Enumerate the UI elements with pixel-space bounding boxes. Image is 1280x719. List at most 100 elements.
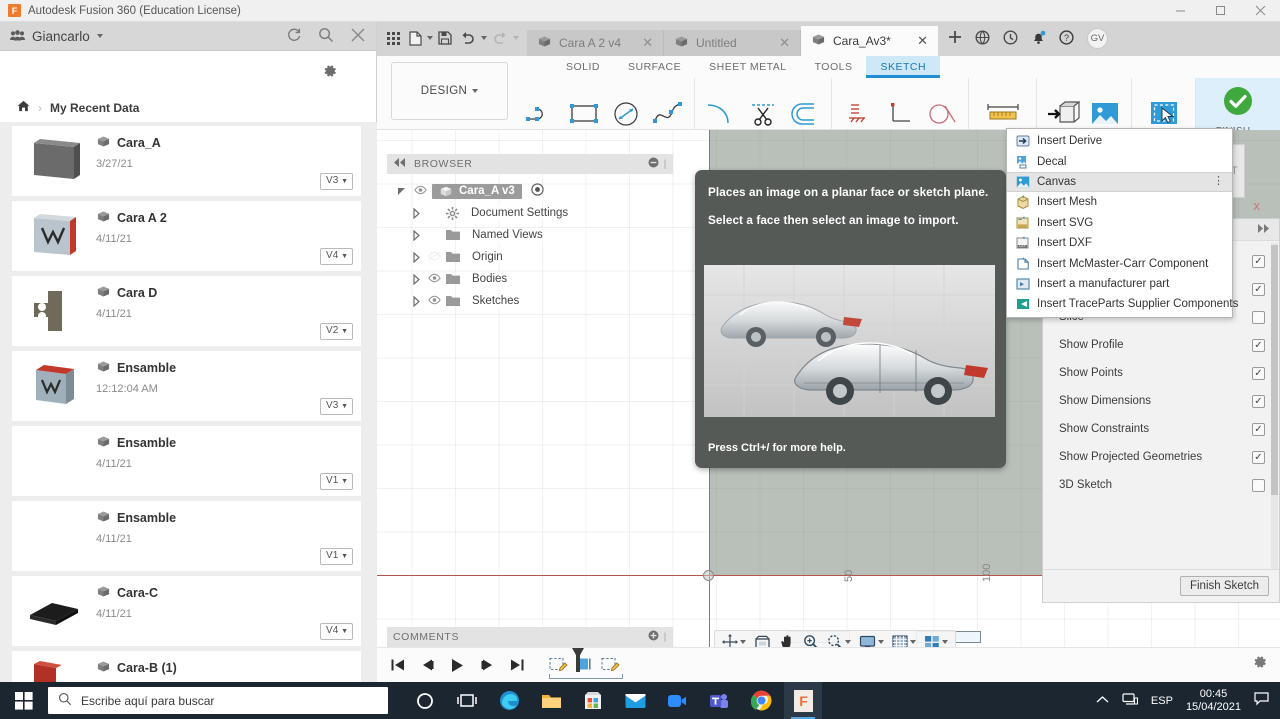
home-icon[interactable]: [17, 100, 30, 115]
palette-option-checkbox[interactable]: ✓: [1252, 451, 1265, 464]
close-tab-icon[interactable]: ✕: [917, 33, 928, 49]
edge-icon[interactable]: [490, 682, 528, 719]
help-icon[interactable]: ?: [1059, 30, 1074, 48]
close-tab-icon[interactable]: ✕: [642, 35, 653, 51]
palette-option-show-profile[interactable]: Show Profile✓: [1043, 331, 1279, 359]
insert-menu-item-insert-mcmaster-carr-component[interactable]: Insert McMaster-Carr Component: [1007, 253, 1232, 273]
avatar[interactable]: GV: [1087, 28, 1108, 49]
refresh-icon[interactable]: [286, 27, 302, 46]
browser-node-bodies[interactable]: Bodies: [395, 268, 673, 290]
clock-icon[interactable]: [1003, 30, 1018, 48]
visibility-eye-icon[interactable]: [428, 251, 441, 264]
fusion360-taskbar-icon[interactable]: F: [784, 682, 822, 719]
user-menu[interactable]: Giancarlo: [10, 29, 103, 44]
go-to-end-icon[interactable]: [509, 657, 526, 674]
insert-menu-item-insert-traceparts-supplier-components[interactable]: Insert TraceParts Supplier Components: [1007, 294, 1232, 314]
insert-menu-item-insert-mesh[interactable]: Insert Mesh: [1007, 192, 1232, 212]
save-icon[interactable]: [435, 28, 455, 48]
insert-menu-item-insert-dxf[interactable]: DXFInsert DXF: [1007, 233, 1232, 253]
overflow-menu-icon[interactable]: ⋮: [1213, 177, 1224, 186]
workspace-tab-solid[interactable]: SOLID: [552, 56, 614, 78]
browser-node-document-settings[interactable]: Document Settings: [395, 202, 673, 224]
expand-triangle-icon[interactable]: [409, 274, 423, 285]
recent-data-list[interactable]: Cara_A3/27/21V3 ▼Cara A 24/11/21V4 ▼Cara…: [0, 122, 377, 682]
palette-option-checkbox[interactable]: ✓: [1252, 255, 1265, 268]
workspace-tab-sheet-metal[interactable]: SHEET METAL: [695, 56, 800, 78]
collapse-left-icon[interactable]: [393, 158, 406, 170]
expand-right-icon[interactable]: [1257, 224, 1270, 236]
file-version-selector[interactable]: V4 ▼: [320, 623, 353, 640]
palette-option-show-projected-geometries[interactable]: Show Projected Geometries✓: [1043, 443, 1279, 471]
chevron-down-icon[interactable]: [513, 36, 519, 40]
component-activate-icon[interactable]: [531, 183, 544, 199]
zoom-app-icon[interactable]: [658, 682, 696, 719]
spline-tool-icon[interactable]: [648, 94, 688, 134]
insert-menu-item-insert-derive[interactable]: Insert Derive: [1007, 131, 1232, 151]
chrome-icon[interactable]: [742, 682, 780, 719]
sketch-feature-icon[interactable]: [547, 655, 569, 675]
mail-icon[interactable]: [616, 682, 654, 719]
recent-data-card[interactable]: Ensamble4/11/21V1 ▼: [12, 501, 361, 571]
workspace-tab-surface[interactable]: SURFACE: [614, 56, 695, 78]
settings-gear-icon[interactable]: [1252, 654, 1268, 673]
palette-option-checkbox[interactable]: ✓: [1252, 423, 1265, 436]
circle-minus-icon[interactable]: [648, 157, 659, 171]
network-icon[interactable]: [1122, 692, 1138, 709]
play-icon[interactable]: [449, 657, 466, 674]
expand-triangle-icon[interactable]: [409, 296, 423, 307]
circle-plus-icon[interactable]: [648, 630, 659, 644]
microsoft-store-icon[interactable]: [574, 682, 612, 719]
circle-tool-icon[interactable]: [606, 94, 646, 134]
windows-start-icon[interactable]: [0, 682, 48, 719]
palette-option-3d-sketch[interactable]: 3D Sketch: [1043, 471, 1279, 499]
file-version-selector[interactable]: V4 ▼: [320, 248, 353, 265]
document-tab[interactable]: Untitled✕: [664, 30, 801, 56]
palette-option-checkbox[interactable]: ✓: [1252, 339, 1265, 352]
palette-option-checkbox[interactable]: [1252, 311, 1265, 324]
breadcrumb-label[interactable]: My Recent Data: [50, 101, 139, 115]
close-icon[interactable]: [1240, 0, 1280, 22]
search-icon[interactable]: [318, 27, 334, 46]
palette-option-checkbox[interactable]: [1252, 479, 1265, 492]
panel-resize-handle[interactable]: |: [664, 158, 667, 170]
origin-point[interactable]: [703, 570, 714, 581]
recent-data-card[interactable]: Cara-B (1): [12, 651, 361, 682]
recent-data-card[interactable]: Cara D4/11/21V2 ▼: [12, 276, 361, 346]
step-forward-icon[interactable]: [479, 657, 496, 674]
finish-sketch-check-icon[interactable]: [1215, 79, 1261, 123]
recent-data-card[interactable]: Cara_A3/27/21V3 ▼: [12, 126, 361, 196]
go-to-start-icon[interactable]: [389, 657, 406, 674]
redo-icon[interactable]: [489, 28, 511, 48]
workspace-tab-sketch[interactable]: SKETCH: [866, 56, 940, 78]
file-version-selector[interactable]: V1 ▼: [320, 548, 353, 565]
chevron-down-icon[interactable]: [481, 36, 487, 40]
expand-triangle-icon[interactable]: [409, 252, 423, 263]
panel-resize-handle[interactable]: |: [664, 631, 667, 643]
line-tool-icon[interactable]: [522, 94, 562, 134]
chevron-down-icon[interactable]: [427, 36, 433, 40]
file-version-selector[interactable]: V3 ▼: [320, 173, 353, 190]
insert-menu-item-canvas[interactable]: Canvas⋮: [1007, 172, 1232, 192]
palette-option-show-dimensions[interactable]: Show Dimensions✓: [1043, 387, 1279, 415]
finish-sketch-button[interactable]: Finish Sketch: [1180, 576, 1269, 596]
workspace-tab-tools[interactable]: TOOLS: [801, 56, 867, 78]
expand-triangle-icon[interactable]: [395, 186, 409, 197]
browser-node-sketches[interactable]: Sketches: [395, 290, 673, 312]
file-version-selector[interactable]: V2 ▼: [320, 323, 353, 340]
palette-option-checkbox[interactable]: ✓: [1252, 395, 1265, 408]
visibility-eye-icon[interactable]: [428, 295, 441, 308]
expand-triangle-icon[interactable]: [409, 208, 423, 219]
recent-data-card[interactable]: Ensamble12:12:04 AMV3 ▼: [12, 351, 361, 421]
document-tab[interactable]: Cara_Av3*✕: [801, 26, 938, 56]
file-version-selector[interactable]: V3 ▼: [320, 398, 353, 415]
recent-data-card[interactable]: Ensamble4/11/21V1 ▼: [12, 426, 361, 496]
browser-node-named-views[interactable]: Named Views: [395, 224, 673, 246]
taskbar-clock[interactable]: 00:45 15/04/2021: [1186, 688, 1241, 714]
teams-icon[interactable]: [700, 682, 738, 719]
insert-menu-item-decal[interactable]: Decal: [1007, 151, 1232, 171]
new-file-icon[interactable]: [406, 28, 425, 48]
recent-data-card[interactable]: Cara A 24/11/21V4 ▼: [12, 201, 361, 271]
chevron-up-icon[interactable]: [1096, 695, 1109, 707]
comments-panel-header[interactable]: COMMENTS |: [387, 627, 673, 647]
sketch-feature-icon[interactable]: [599, 655, 621, 675]
